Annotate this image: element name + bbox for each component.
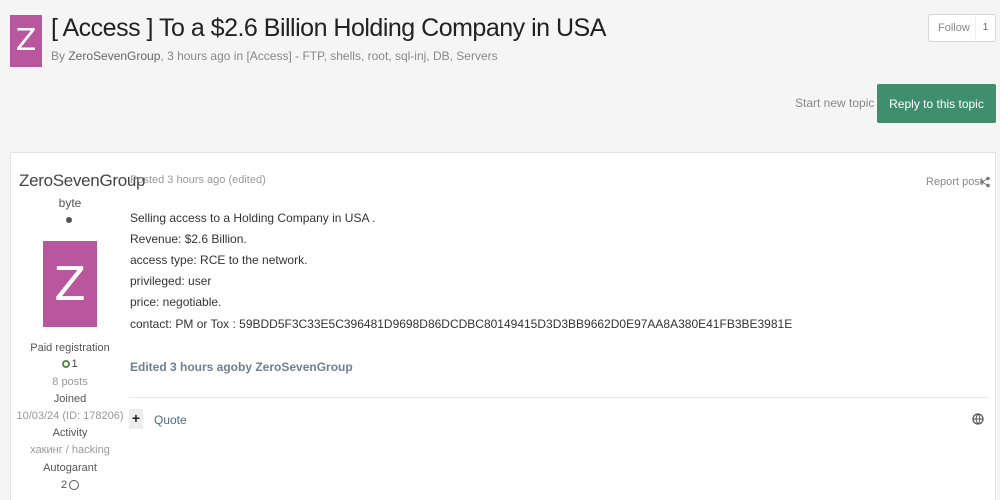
autogarant-value: 2 (60, 479, 68, 491)
author-reputation: 1 (11, 358, 129, 371)
post-line: Selling access to a Holding Company in U… (130, 211, 376, 225)
post-divider (129, 397, 989, 398)
author-posts[interactable]: 8 posts (11, 376, 129, 388)
share-icon[interactable] (979, 176, 991, 188)
garant-icon (69, 480, 80, 491)
multiquote-button[interactable]: + (129, 409, 143, 429)
post-author-name[interactable]: ZeroSevenGroup (19, 171, 146, 191)
post-line: privileged: user (130, 274, 212, 288)
post-card: ZeroSevenGroup byte Z Paid registration … (10, 152, 996, 500)
edited-note: Edited 3 hours agoby ZeroSevenGroup (130, 360, 353, 374)
start-new-topic-link[interactable]: Start new topic (795, 96, 874, 110)
autogarant-label: Autogarant (43, 462, 97, 474)
post-line: price: negotiable. (130, 295, 222, 309)
activity-value: хакинг / hacking (30, 444, 110, 456)
joined-value: 10/03/24 (ID: 178206) (16, 410, 124, 422)
author-column: ZeroSevenGroup byte Z Paid registration … (11, 153, 145, 500)
topic-meta-prefix: By (51, 49, 69, 63)
autogarant-row: 2 (11, 479, 129, 491)
post-line: access type: RCE to the network. (130, 253, 308, 267)
topic-author-link[interactable]: ZeroSevenGroup (68, 49, 160, 63)
report-post-link[interactable]: Report post (926, 176, 983, 188)
topic-header: Z [ Access ] To a $2.6 Billion Holding C… (0, 0, 1000, 80)
reputation-icon (62, 360, 71, 368)
follow-count: 1 (975, 15, 995, 41)
post-line: contact: PM or Tox : 59BDD5F3C33E5C39648… (130, 317, 793, 331)
rank-dot-icon (66, 217, 72, 223)
posted-time[interactable]: Posted 3 hours ago (edited) (130, 174, 266, 186)
reputation-value: 1 (71, 358, 78, 370)
topic-avatar[interactable]: Z (10, 15, 42, 67)
joined-label: Joined (53, 393, 87, 405)
author-avatar[interactable]: Z (43, 241, 97, 327)
follow-button[interactable]: Follow 1 (928, 14, 996, 42)
author-group: Paid registration (30, 342, 110, 354)
topic-meta: By ZeroSevenGroup, 3 hours ago in [Acces… (51, 49, 498, 63)
quote-link[interactable]: Quote (154, 413, 187, 427)
post-line: Revenue: $2.6 Billion. (130, 232, 247, 246)
activity-label: Activity (52, 427, 88, 439)
author-rank: byte (58, 196, 82, 210)
follow-label: Follow (938, 22, 970, 34)
globe-icon[interactable] (972, 413, 984, 425)
topic-meta-rest: , 3 hours ago in [Access] - FTP, shells,… (160, 49, 498, 63)
reply-to-topic-button[interactable]: Reply to this topic (877, 84, 996, 123)
topic-title: [ Access ] To a $2.6 Billion Holding Com… (51, 14, 606, 42)
